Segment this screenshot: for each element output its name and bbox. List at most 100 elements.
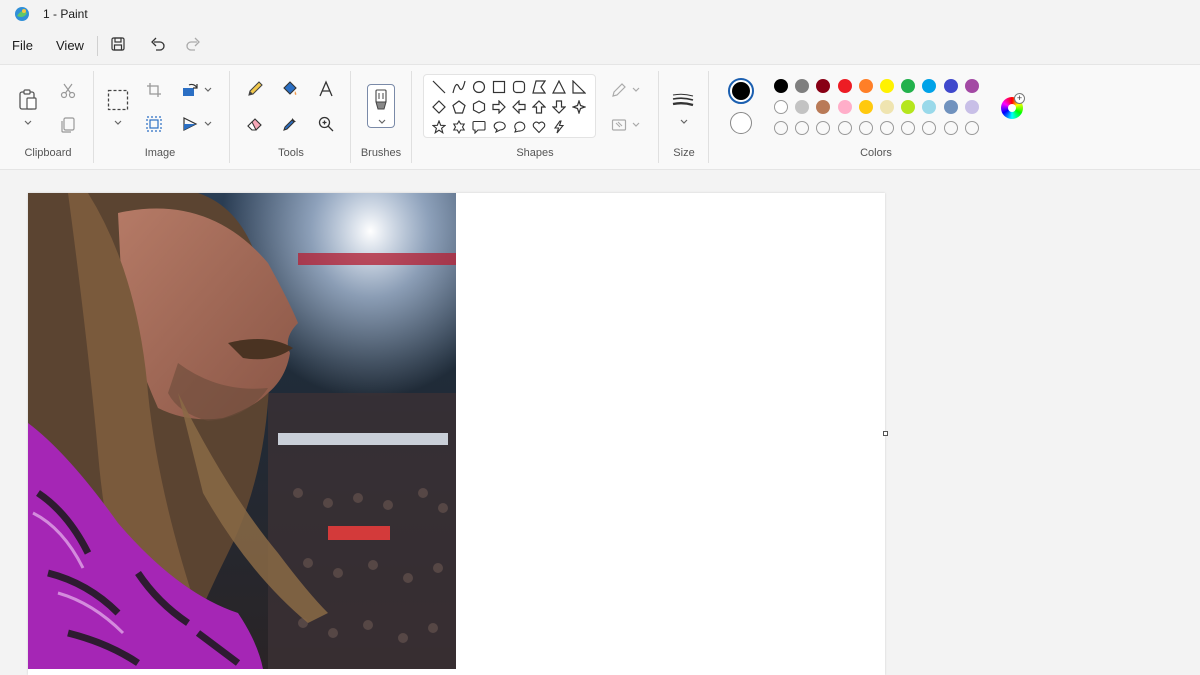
custom-color-slot[interactable]	[795, 121, 810, 135]
palette-color-swatch[interactable]	[774, 79, 788, 93]
pasted-photo[interactable]	[28, 193, 456, 669]
custom-color-slot[interactable]	[858, 121, 873, 135]
triangle-shape-icon[interactable]	[550, 78, 568, 96]
paste-button[interactable]	[17, 89, 39, 111]
save-button[interactable]	[108, 36, 128, 55]
palette-color-swatch[interactable]	[816, 79, 831, 93]
palette-color-swatch[interactable]	[943, 100, 958, 114]
rectangle-shape-icon[interactable]	[490, 78, 508, 96]
heart-shape-icon[interactable]	[530, 118, 548, 136]
six-point-star-shape-icon[interactable]	[450, 118, 468, 136]
shape-outline-button[interactable]	[608, 79, 630, 101]
line-shape-icon[interactable]	[430, 78, 448, 96]
secondary-color-swatch[interactable]	[730, 112, 752, 134]
custom-color-slot[interactable]	[964, 121, 979, 135]
palette-color-swatch[interactable]	[964, 79, 979, 93]
oval-callout-shape-icon[interactable]	[490, 118, 508, 136]
menu-view[interactable]: View	[56, 38, 84, 53]
cloud-callout-shape-icon[interactable]	[510, 118, 528, 136]
size-dropdown-icon[interactable]	[680, 119, 688, 125]
group-separator	[708, 71, 709, 163]
flip-dropdown-icon[interactable]	[204, 121, 212, 127]
rect-callout-shape-icon[interactable]	[470, 118, 488, 136]
up-arrow-shape-icon[interactable]	[530, 98, 548, 116]
image-group-label: Image	[144, 147, 176, 159]
redo-button[interactable]	[183, 37, 203, 55]
curve-shape-icon[interactable]	[450, 78, 468, 96]
left-arrow-shape-icon[interactable]	[510, 98, 528, 116]
palette-color-swatch[interactable]	[858, 79, 873, 93]
brushes-button[interactable]	[367, 84, 395, 128]
palette-color-swatch[interactable]	[837, 79, 852, 93]
drawing-canvas[interactable]	[28, 193, 888, 675]
custom-color-slot[interactable]	[922, 121, 937, 135]
select-button[interactable]	[107, 89, 129, 111]
diamond-shape-icon[interactable]	[430, 98, 448, 116]
tools-group-label: Tools	[278, 147, 304, 159]
magnifier-icon	[318, 116, 334, 132]
menu-file[interactable]: File	[12, 38, 33, 53]
pencil-button[interactable]	[244, 78, 266, 100]
rotate-dropdown-icon[interactable]	[204, 87, 212, 93]
color-picker-button[interactable]	[279, 113, 301, 135]
palette-color-swatch[interactable]	[922, 100, 937, 114]
select-dropdown-icon[interactable]	[114, 120, 122, 126]
oval-shape-icon[interactable]	[470, 78, 488, 96]
right-arrow-shape-icon[interactable]	[490, 98, 508, 116]
canvas-area	[0, 171, 1200, 675]
paste-dropdown-icon[interactable]	[24, 120, 32, 126]
size-button[interactable]	[672, 89, 694, 111]
outline-dropdown-icon[interactable]	[632, 87, 640, 93]
four-point-star-shape-icon[interactable]	[570, 98, 588, 116]
palette-color-swatch[interactable]	[837, 100, 852, 114]
resize-handle-right[interactable]	[883, 431, 888, 436]
palette-color-swatch[interactable]	[964, 100, 979, 114]
crop-button[interactable]	[143, 79, 165, 101]
palette-color-swatch[interactable]	[795, 100, 810, 114]
text-button[interactable]	[315, 78, 337, 100]
clipboard-icon	[18, 89, 38, 111]
palette-color-swatch[interactable]	[858, 100, 873, 114]
palette-color-swatch[interactable]	[943, 79, 958, 93]
right-triangle-shape-icon[interactable]	[570, 78, 588, 96]
palette-color-swatch[interactable]	[880, 100, 894, 114]
brush-icon	[373, 89, 389, 116]
cut-button[interactable]	[57, 80, 79, 102]
pentagon-shape-icon[interactable]	[450, 98, 468, 116]
palette-color-swatch[interactable]	[816, 100, 831, 114]
palette-color-swatch[interactable]	[901, 79, 916, 93]
size-group-label: Size	[673, 147, 695, 159]
undo-button[interactable]	[148, 37, 168, 55]
fill-button[interactable]	[279, 78, 301, 100]
custom-color-slot[interactable]	[816, 121, 831, 135]
copy-button[interactable]	[57, 114, 79, 136]
polygon-shape-icon[interactable]	[530, 78, 548, 96]
brushes-group-label: Brushes	[360, 147, 402, 159]
custom-color-slot[interactable]	[837, 121, 852, 135]
image-select-button[interactable]	[143, 113, 165, 135]
paint-app-icon	[14, 6, 30, 22]
custom-color-slot[interactable]	[774, 121, 788, 135]
five-point-star-shape-icon[interactable]	[430, 118, 448, 136]
primary-color-swatch[interactable]	[728, 78, 754, 104]
custom-color-slot[interactable]	[901, 121, 916, 135]
eraser-button[interactable]	[244, 113, 266, 135]
rounded-rectangle-shape-icon[interactable]	[510, 78, 528, 96]
colors-group-label: Colors	[860, 147, 892, 159]
custom-color-slot[interactable]	[880, 121, 894, 135]
palette-color-swatch[interactable]	[795, 79, 810, 93]
lightning-shape-icon[interactable]	[550, 118, 568, 136]
shape-fill-button[interactable]	[608, 114, 630, 136]
fill-dropdown-icon[interactable]	[632, 122, 640, 128]
flip-button[interactable]	[179, 113, 201, 135]
flip-icon	[182, 116, 198, 132]
palette-color-swatch[interactable]	[922, 79, 937, 93]
magnifier-button[interactable]	[315, 113, 337, 135]
custom-color-slot[interactable]	[943, 121, 958, 135]
hexagon-shape-icon[interactable]	[470, 98, 488, 116]
palette-color-swatch[interactable]	[901, 100, 916, 114]
palette-color-swatch[interactable]	[774, 100, 788, 114]
palette-color-swatch[interactable]	[880, 79, 894, 93]
down-arrow-shape-icon[interactable]	[550, 98, 568, 116]
rotate-button[interactable]	[179, 79, 201, 101]
